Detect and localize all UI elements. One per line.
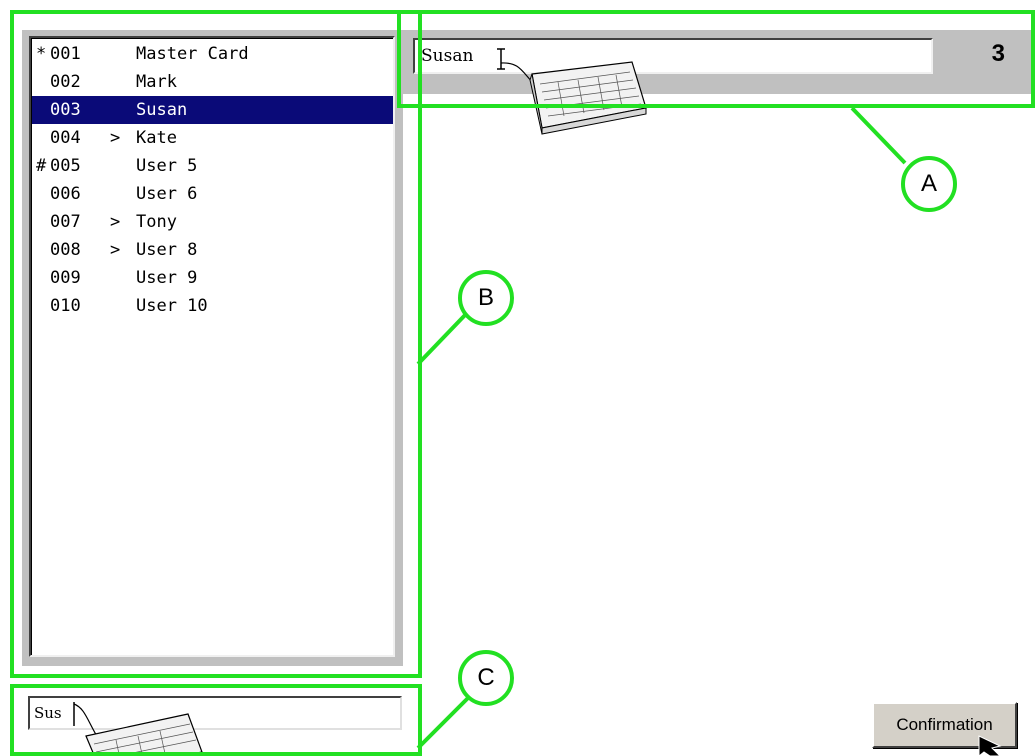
callout-b: B	[458, 270, 514, 326]
highlight-frame-name-field	[397, 10, 1035, 108]
callout-c: C	[458, 650, 514, 706]
mouse-pointer-icon	[978, 735, 1002, 756]
callout-a: A	[901, 156, 957, 212]
highlight-frame-search	[10, 684, 422, 756]
highlight-frame-list	[10, 10, 422, 678]
